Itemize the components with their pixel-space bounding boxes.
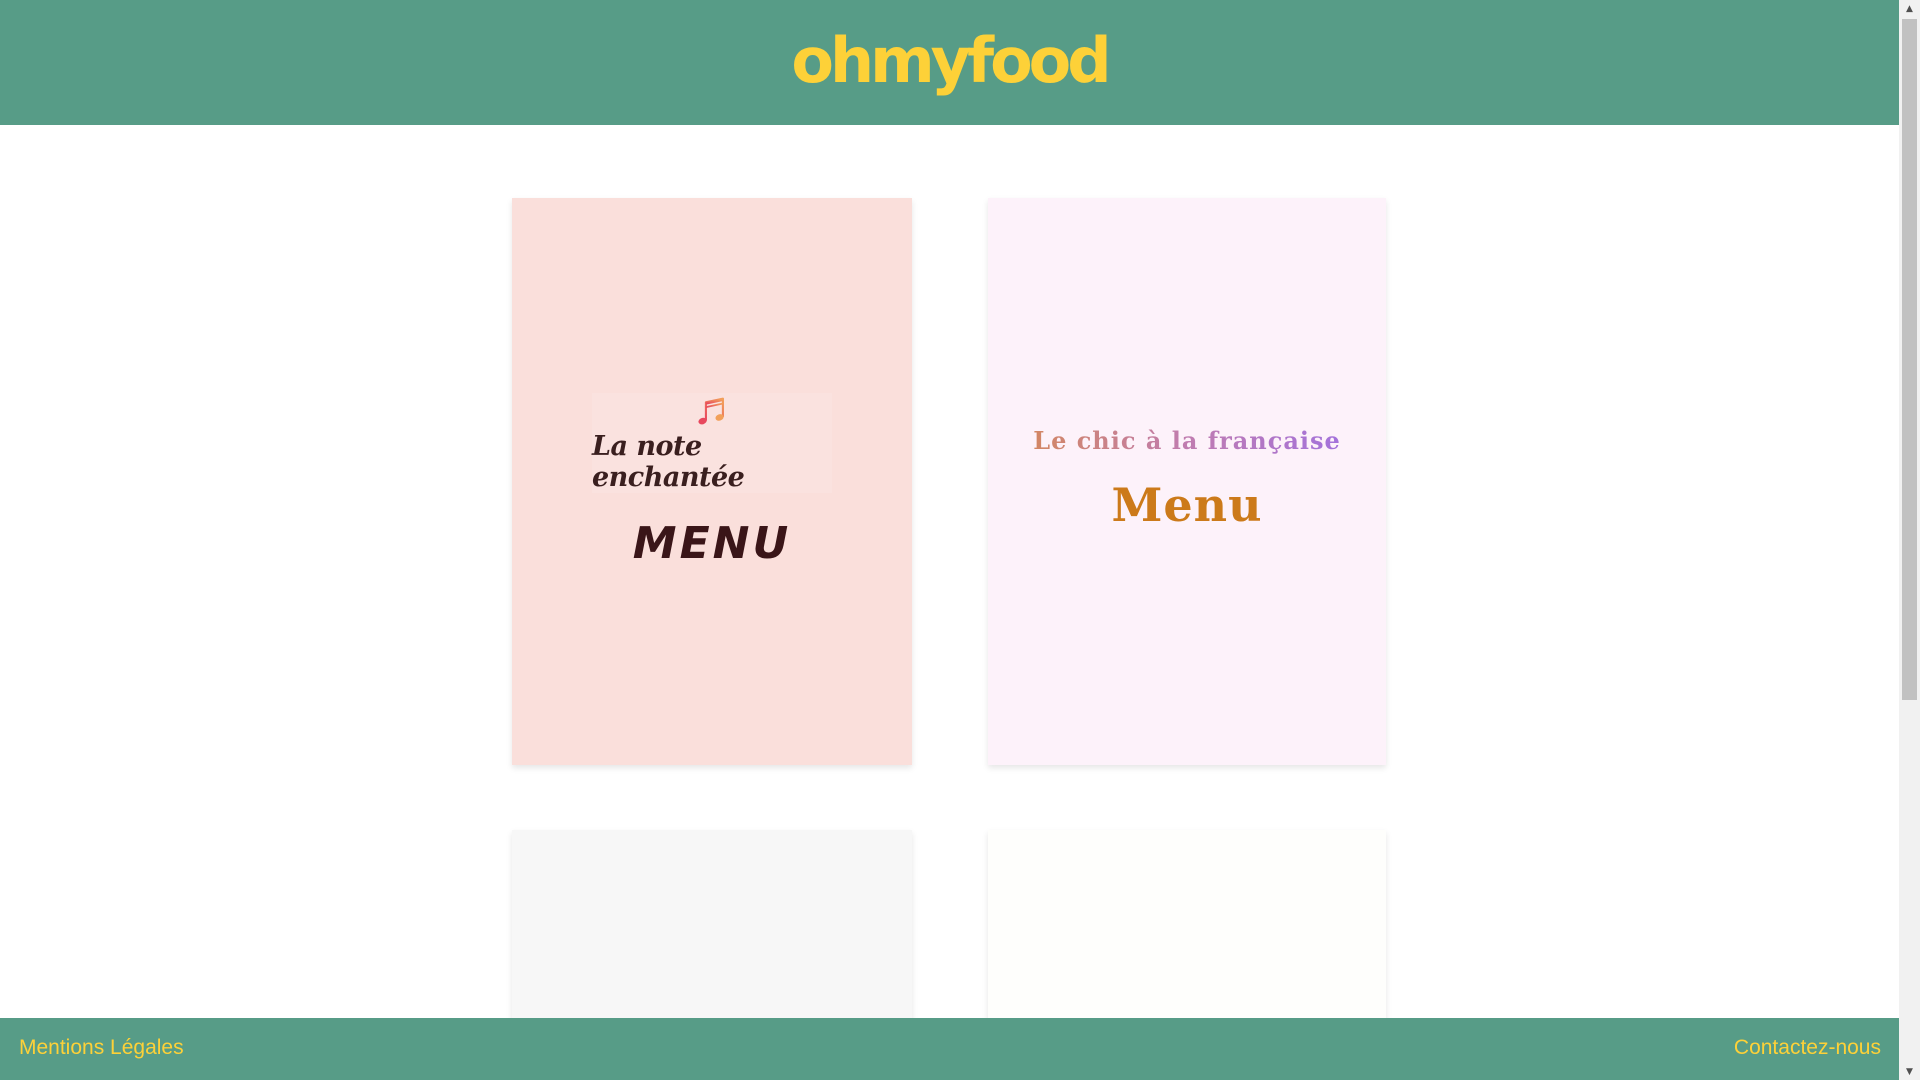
music-notes-icon [698, 397, 724, 425]
site-footer: Mentions Légales Contactez-nous [0, 1018, 1899, 1080]
menu-label: Menu [1111, 478, 1263, 532]
scroll-down-arrow-icon[interactable]: ▼ [1899, 1063, 1920, 1080]
site-logo[interactable]: ohmyfood [791, 24, 1111, 97]
menu-label: MENU [632, 518, 792, 569]
menu-card-4[interactable] [988, 830, 1386, 1030]
site-header: ohmyfood [0, 0, 1899, 125]
legal-notice-link[interactable]: Mentions Légales [19, 1036, 184, 1060]
contact-link[interactable]: Contactez-nous [1734, 1036, 1881, 1060]
menu-card-la-note-enchantee[interactable]: La note enchantée MENU [512, 198, 912, 765]
page: ohmyfood La note enchantée MENU Le chic … [0, 0, 1920, 1080]
menu-card-3[interactable] [512, 830, 912, 1030]
restaurant-logo-block: La note enchantée [592, 393, 832, 493]
scroll-thumb[interactable] [1902, 19, 1917, 700]
restaurant-title: La note enchantée [592, 431, 745, 493]
menu-card-le-chic-a-la-francaise[interactable]: Le chic à la française Menu [988, 198, 1386, 765]
restaurant-title: Le chic à la française [988, 426, 1386, 455]
menu-gallery: La note enchantée MENU Le chic à la fran… [0, 125, 1899, 1030]
vertical-scrollbar[interactable]: ▲ ▼ [1899, 0, 1920, 1080]
scroll-up-arrow-icon[interactable]: ▲ [1899, 0, 1920, 17]
